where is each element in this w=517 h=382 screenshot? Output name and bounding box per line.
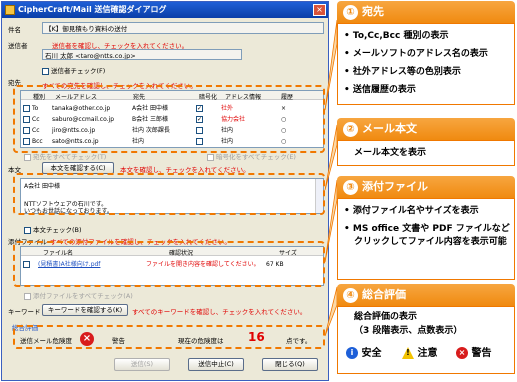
callout-item: • To,Cc,Bcc 種別の表示 — [344, 31, 449, 41]
callout-body-body: メール本文を表示 — [337, 140, 515, 166]
legend-caution: ! 注意 — [402, 347, 437, 360]
callout-item: 総合評価の表示 — [354, 312, 418, 322]
callout-attachments-body: • 添付ファイル名やサイズを表示 • MS office 文書や PDF ファイ… — [337, 198, 515, 280]
callout-item: • 送信履歴の表示 — [344, 85, 416, 95]
legend-safe: i 安全 — [346, 347, 381, 360]
callout-item: メール本文を表示 — [354, 148, 427, 158]
callout-item: • MS office 文書や PDF ファイルなどクリックしてファイル内容を表… — [344, 224, 510, 247]
callout-recipients-body: • To,Cc,Bcc 種別の表示 • メールソフトのアドレス名の表示 • 社外… — [337, 23, 515, 105]
callout-item: （3 段階表示、点数表示） — [354, 326, 463, 336]
callout-evaluation-body: 総合評価の表示 （3 段階表示、点数表示） i 安全 ! 注意 × 警告 — [337, 306, 515, 374]
callout-item: • メールソフトのアドレス名の表示 — [344, 49, 488, 59]
callout-body-header: ② メール本文 — [337, 118, 515, 140]
callout-attachments-header: ③ 添付ファイル — [337, 176, 515, 198]
error-icon: × — [456, 347, 468, 359]
info-icon: i — [346, 347, 358, 359]
callout-item: • 添付ファイル名やサイズを表示 — [344, 206, 479, 216]
callout-evaluation-header: ④ 総合評価 — [337, 284, 515, 306]
callout-item: • 社外アドレス等の色別表示 — [344, 67, 461, 77]
legend-alert: × 警告 — [456, 347, 491, 360]
callout-recipients-header: ① 宛先 — [337, 1, 515, 23]
warning-triangle-icon: ! — [402, 347, 414, 359]
